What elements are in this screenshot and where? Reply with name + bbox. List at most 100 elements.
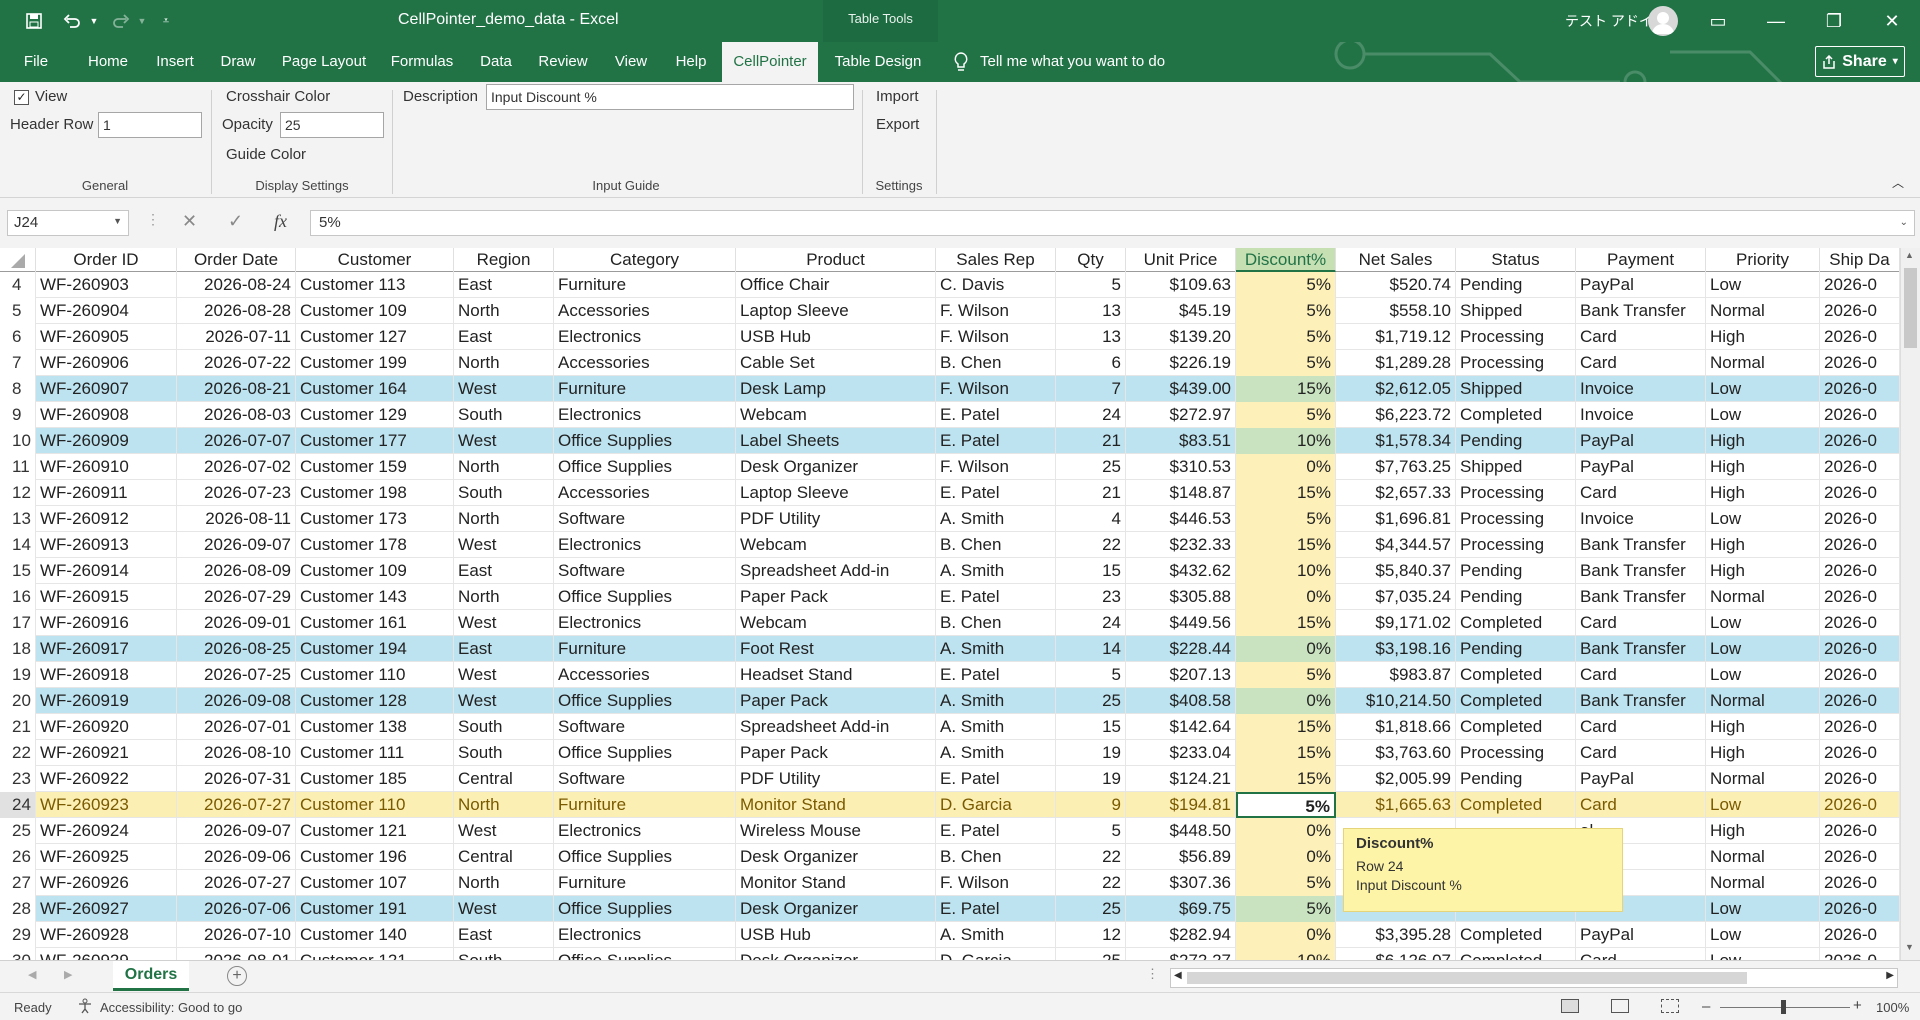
table-cell[interactable]: Card <box>1576 948 1706 960</box>
table-cell[interactable]: 2026-0 <box>1820 298 1900 324</box>
table-cell[interactable]: 15% <box>1236 532 1336 558</box>
table-cell[interactable]: WF-260911 <box>36 480 177 506</box>
table-cell[interactable]: 5% <box>1236 506 1336 532</box>
table-cell[interactable]: 2026-0 <box>1820 896 1900 922</box>
table-cell[interactable]: North <box>454 454 554 480</box>
table-cell[interactable]: 0% <box>1236 454 1336 480</box>
table-cell[interactable]: 19 <box>1056 740 1126 766</box>
table-cell[interactable]: Processing <box>1456 480 1576 506</box>
table-cell[interactable]: $1,665.63 <box>1336 792 1456 818</box>
table-cell[interactable]: WF-260923 <box>36 792 177 818</box>
table-cell[interactable]: $226.19 <box>1126 350 1236 376</box>
table-cell[interactable]: Office Chair <box>736 272 936 298</box>
table-cell[interactable]: Electronics <box>554 532 736 558</box>
table-cell[interactable]: Webcam <box>736 610 936 636</box>
table-cell[interactable]: 5% <box>1236 792 1336 818</box>
table-cell[interactable]: Customer 111 <box>296 740 454 766</box>
table-cell[interactable]: Processing <box>1456 324 1576 350</box>
table-cell[interactable]: 2026-0 <box>1820 844 1900 870</box>
table-cell[interactable]: Desk Organizer <box>736 896 936 922</box>
table-cell[interactable]: Shipped <box>1456 454 1576 480</box>
table-cell[interactable]: Bank Transfer <box>1576 636 1706 662</box>
table-cell[interactable]: 2026-0 <box>1820 324 1900 350</box>
column-header[interactable]: Priority <box>1706 248 1820 272</box>
scroll-up-icon[interactable]: ▲ <box>1905 250 1914 260</box>
table-cell[interactable]: PayPal <box>1576 454 1706 480</box>
table-cell[interactable]: Card <box>1576 350 1706 376</box>
table-cell[interactable]: North <box>454 870 554 896</box>
table-cell[interactable]: Furniture <box>554 376 736 402</box>
table-cell[interactable]: $124.21 <box>1126 766 1236 792</box>
table-cell[interactable]: Completed <box>1456 688 1576 714</box>
table-cell[interactable]: PayPal <box>1576 272 1706 298</box>
tab-home[interactable]: Home <box>76 42 140 82</box>
table-cell[interactable]: $194.81 <box>1126 792 1236 818</box>
table-cell[interactable]: Desk Lamp <box>736 376 936 402</box>
table-cell[interactable]: $1,719.12 <box>1336 324 1456 350</box>
table-cell[interactable]: 15% <box>1236 740 1336 766</box>
row-number[interactable]: 23 <box>0 766 36 792</box>
table-cell[interactable]: 15 <box>1056 558 1126 584</box>
table-cell[interactable]: Software <box>554 506 736 532</box>
zoom-slider-thumb[interactable] <box>1781 1000 1786 1014</box>
table-cell[interactable]: 15% <box>1236 610 1336 636</box>
table-cell[interactable]: $558.10 <box>1336 298 1456 324</box>
table-cell[interactable]: Customer 110 <box>296 792 454 818</box>
table-cell[interactable]: 2026-07-31 <box>177 766 296 792</box>
row-number[interactable]: 20 <box>0 688 36 714</box>
table-cell[interactable]: 2026-0 <box>1820 870 1900 896</box>
column-header[interactable]: Unit Price <box>1126 248 1236 272</box>
table-cell[interactable]: 2026-0 <box>1820 922 1900 948</box>
table-cell[interactable]: 0% <box>1236 922 1336 948</box>
table-cell[interactable]: 25 <box>1056 688 1126 714</box>
table-cell[interactable]: Normal <box>1706 350 1820 376</box>
table-cell[interactable]: Monitor Stand <box>736 870 936 896</box>
table-cell[interactable]: 2026-07-27 <box>177 870 296 896</box>
table-cell[interactable]: $139.20 <box>1126 324 1236 350</box>
table-cell[interactable]: Customer 109 <box>296 298 454 324</box>
table-cell[interactable]: 0% <box>1236 584 1336 610</box>
table-cell[interactable]: 5% <box>1236 662 1336 688</box>
table-cell[interactable]: Furniture <box>554 792 736 818</box>
table-cell[interactable]: B. Chen <box>936 610 1056 636</box>
table-cell[interactable]: 2026-07-22 <box>177 350 296 376</box>
table-cell[interactable]: $408.58 <box>1126 688 1236 714</box>
table-cell[interactable]: Customer 159 <box>296 454 454 480</box>
row-number[interactable]: 14 <box>0 532 36 558</box>
table-cell[interactable]: Office Supplies <box>554 454 736 480</box>
formula-input[interactable]: 5% ⌄ <box>310 210 1915 236</box>
row-number[interactable]: 30 <box>0 948 36 960</box>
table-cell[interactable]: Software <box>554 558 736 584</box>
table-cell[interactable]: Low <box>1706 610 1820 636</box>
column-header[interactable]: Product <box>736 248 936 272</box>
table-cell[interactable]: West <box>454 428 554 454</box>
tab-formulas[interactable]: Formulas <box>382 42 462 82</box>
table-cell[interactable]: Low <box>1706 272 1820 298</box>
table-cell[interactable]: 5% <box>1236 402 1336 428</box>
select-all-corner[interactable] <box>0 248 36 272</box>
table-cell[interactable]: $45.19 <box>1126 298 1236 324</box>
table-cell[interactable]: A. Smith <box>936 636 1056 662</box>
table-cell[interactable]: 2026-0 <box>1820 584 1900 610</box>
table-cell[interactable]: Laptop Sleeve <box>736 480 936 506</box>
table-cell[interactable]: F. Wilson <box>936 376 1056 402</box>
table-cell[interactable]: South <box>454 948 554 960</box>
table-cell[interactable]: Invoice <box>1576 402 1706 428</box>
table-cell[interactable]: Electronics <box>554 818 736 844</box>
next-sheet-icon[interactable]: ▶ <box>64 968 72 981</box>
accessibility-status[interactable]: Accessibility: Good to go <box>100 1000 242 1015</box>
table-cell[interactable]: 5% <box>1236 298 1336 324</box>
table-cell[interactable]: Bank Transfer <box>1576 558 1706 584</box>
table-cell[interactable]: PayPal <box>1576 922 1706 948</box>
table-cell[interactable]: Card <box>1576 610 1706 636</box>
table-cell[interactable]: South <box>454 402 554 428</box>
table-cell[interactable]: 22 <box>1056 532 1126 558</box>
table-cell[interactable]: A. Smith <box>936 714 1056 740</box>
table-cell[interactable]: Completed <box>1456 948 1576 960</box>
table-cell[interactable]: 21 <box>1056 428 1126 454</box>
table-cell[interactable]: 2026-0 <box>1820 480 1900 506</box>
table-cell[interactable]: 2026-07-06 <box>177 896 296 922</box>
table-cell[interactable]: $2,612.05 <box>1336 376 1456 402</box>
table-cell[interactable]: 5% <box>1236 870 1336 896</box>
table-cell[interactable]: 2026-08-11 <box>177 506 296 532</box>
